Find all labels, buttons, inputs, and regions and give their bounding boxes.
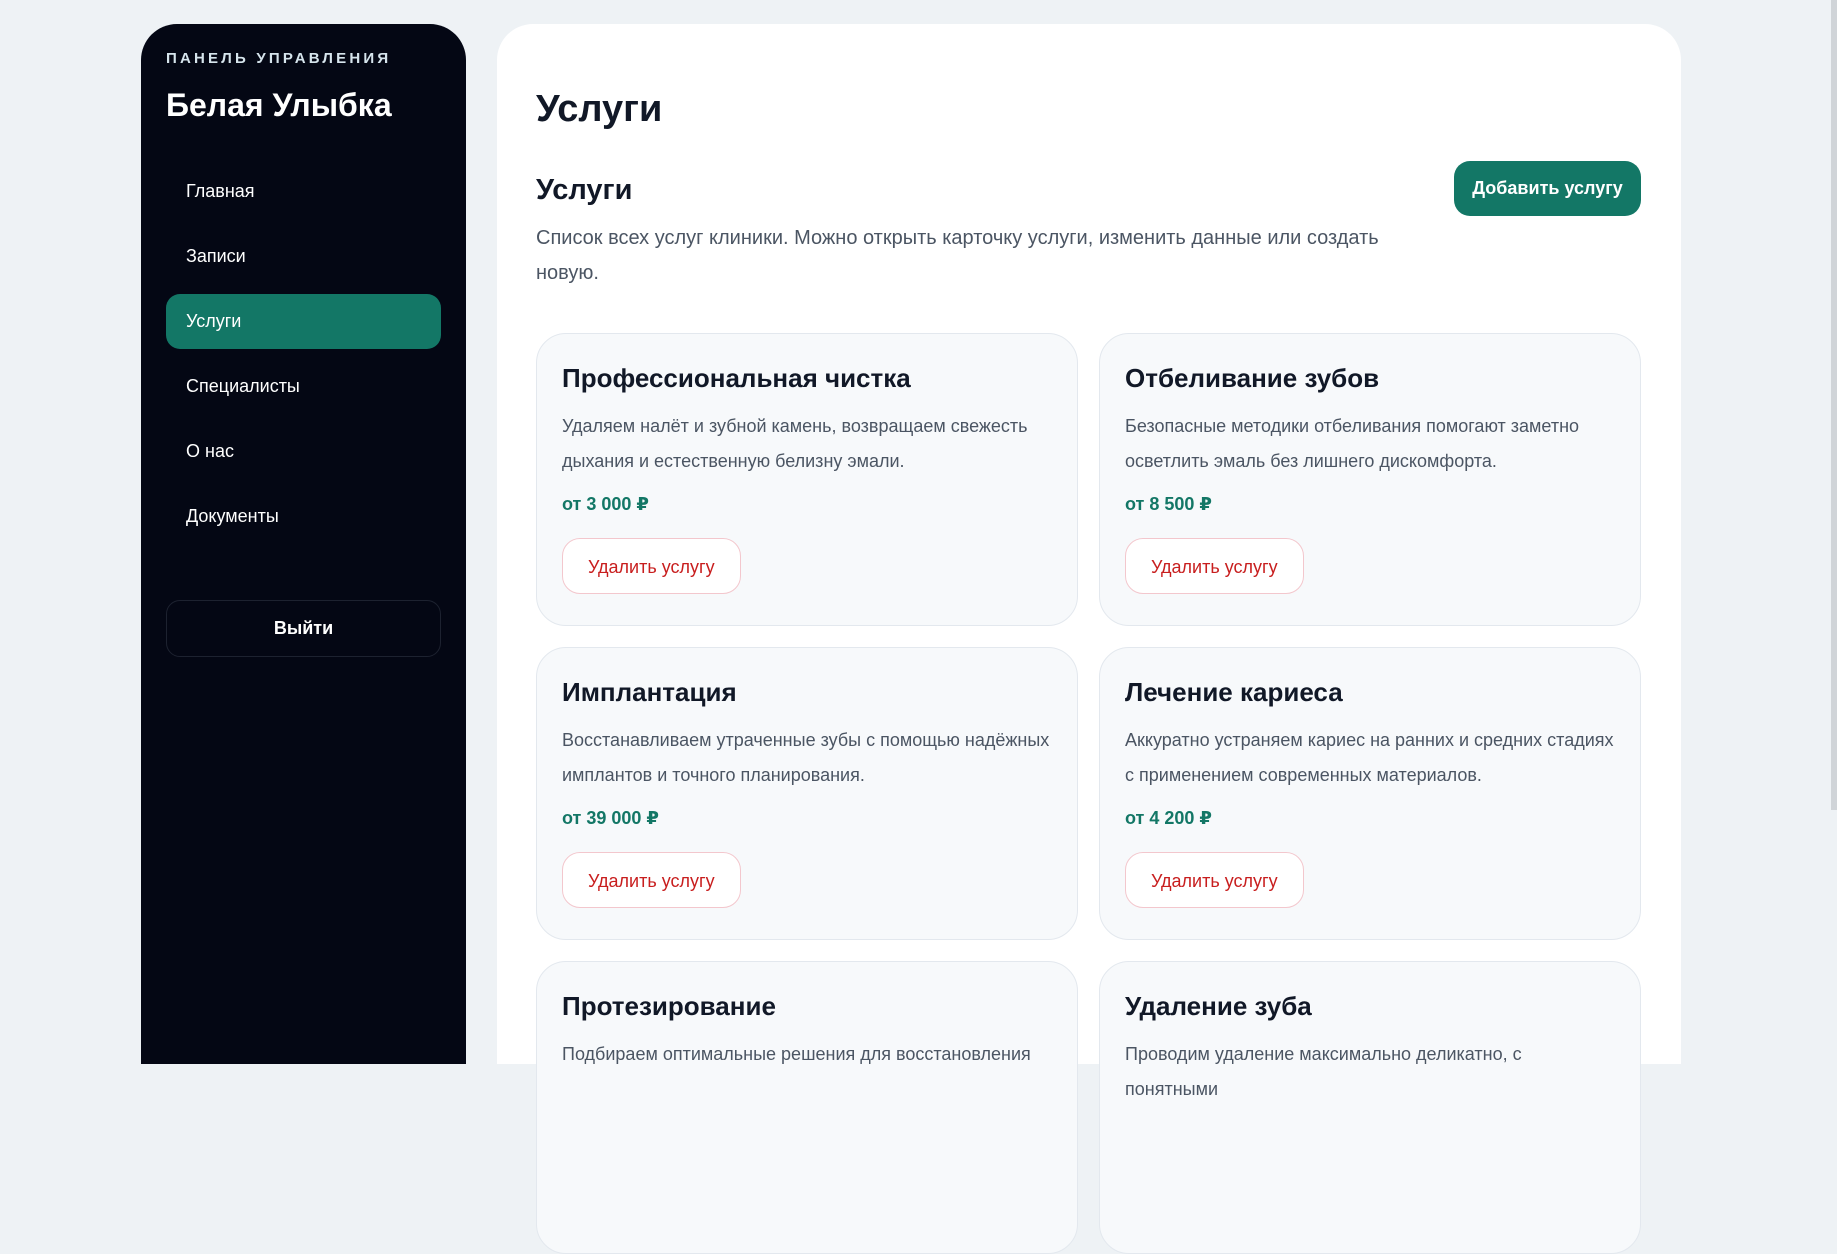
service-title: Лечение кариеса — [1125, 677, 1343, 707]
logout-button[interactable]: Выйти — [166, 600, 441, 657]
services-grid: Профессиональная чистка Удаляем налёт и … — [536, 333, 1641, 1254]
service-description: Проводим удаление максимально деликатно,… — [1125, 1043, 1522, 1099]
service-card[interactable]: Отбеливание зубов Безопасные методики от… — [1099, 333, 1641, 626]
sidebar-item-documents[interactable]: Документы — [166, 489, 441, 544]
service-price: от 39 000 ₽ — [562, 807, 659, 828]
service-description: Удаляем налёт и зубной камень, возвращае… — [562, 415, 1028, 471]
main-panel: Услуги Услуги Список всех услуг клиники.… — [497, 24, 1681, 1254]
service-description: Подбираем оптимальные решения для восста… — [562, 1043, 1031, 1064]
service-description: Аккуратно устраняем кариес на ранних и с… — [1125, 729, 1614, 785]
section-description: Список всех услуг клиники. Можно открыть… — [536, 227, 1379, 284]
service-description: Безопасные методики отбеливания помогают… — [1125, 415, 1580, 471]
delete-service-button[interactable]: Удалить услугу — [1125, 851, 1304, 908]
sidebar-item-home[interactable]: Главная — [166, 164, 441, 219]
service-title: Имплантация — [562, 677, 737, 707]
brand-title: Белая Улыбка — [166, 87, 392, 123]
sidebar-item-specialists[interactable]: Специалисты — [166, 359, 441, 414]
sidebar-nav: Главная Записи Услуги Специалисты О нас … — [166, 164, 441, 544]
section-header: Услуги Список всех услуг клиники. Можно … — [536, 161, 1641, 291]
service-price: от 4 200 ₽ — [1125, 807, 1212, 828]
add-service-button[interactable]: Добавить услугу — [1454, 161, 1641, 216]
service-description: Восстанавливаем утраченные зубы с помощь… — [562, 729, 1050, 785]
sidebar: ПАНЕЛЬ УПРАВЛЕНИЯ Белая Улыбка Главная З… — [141, 24, 466, 1064]
service-card[interactable]: Профессиональная чистка Удаляем налёт и … — [536, 333, 1078, 626]
service-price: от 8 500 ₽ — [1125, 493, 1212, 514]
delete-service-button[interactable]: Удалить услугу — [562, 537, 741, 594]
service-card[interactable]: Протезирование Подбираем оптимальные реш… — [536, 961, 1078, 1254]
sidebar-kicker: ПАНЕЛЬ УПРАВЛЕНИЯ — [166, 50, 392, 67]
service-price: от 3 000 ₽ — [562, 493, 649, 514]
sidebar-item-appointments[interactable]: Записи — [166, 229, 441, 284]
sidebar-item-about[interactable]: О нас — [166, 424, 441, 479]
sidebar-item-services[interactable]: Услуги — [166, 294, 441, 349]
page-title: Услуги — [536, 88, 663, 130]
service-title: Профессиональная чистка — [562, 363, 911, 393]
delete-service-button[interactable]: Удалить услугу — [1125, 537, 1304, 594]
service-card[interactable]: Удаление зуба Проводим удаление максимал… — [1099, 961, 1641, 1254]
delete-service-button[interactable]: Удалить услугу — [562, 851, 741, 908]
service-title: Удаление зуба — [1125, 991, 1312, 1021]
service-title: Отбеливание зубов — [1125, 363, 1380, 393]
service-card[interactable]: Имплантация Восстанавливаем утраченные з… — [536, 647, 1078, 940]
page-scrollbar[interactable] — [1831, 0, 1837, 810]
service-title: Протезирование — [562, 991, 776, 1021]
service-card[interactable]: Лечение кариеса Аккуратно устраняем кари… — [1099, 647, 1641, 940]
